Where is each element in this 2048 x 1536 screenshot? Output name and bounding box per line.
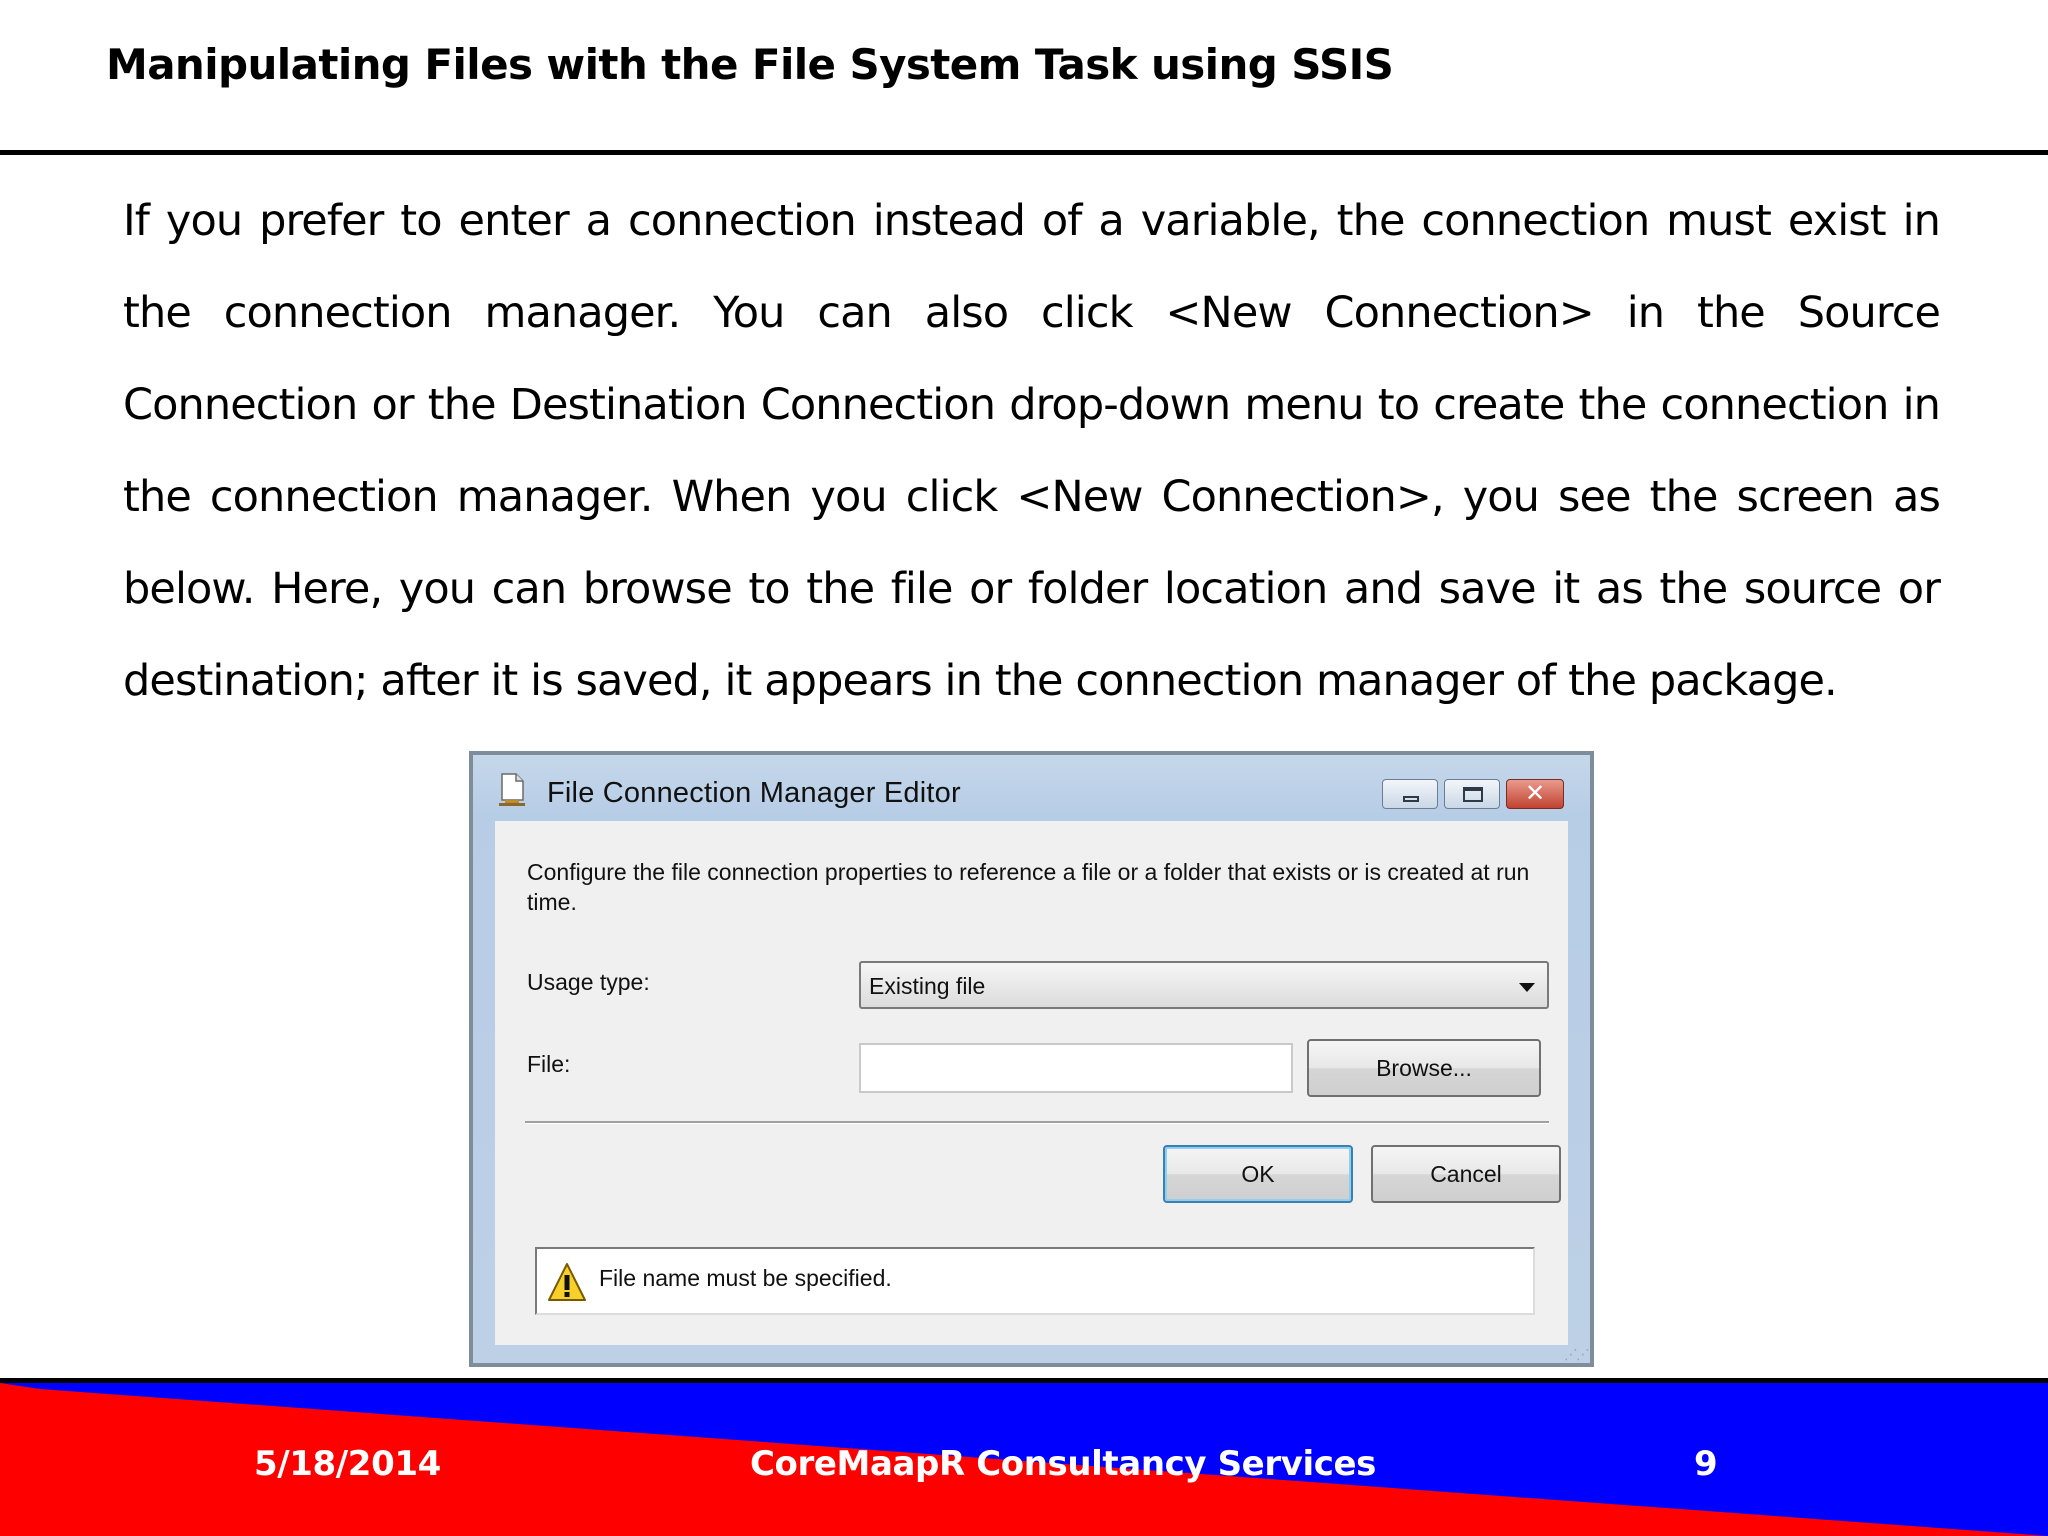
usage-type-value: Existing file	[869, 973, 986, 999]
file-connection-manager-editor-dialog: File Connection Manager Editor ✕ Configu…	[469, 751, 1594, 1367]
resize-grip-icon[interactable]: ⋰⋰	[1564, 1346, 1590, 1363]
status-message: File name must be specified.	[599, 1265, 892, 1291]
dropdown-arrow-icon	[1519, 983, 1535, 992]
ok-button[interactable]: OK	[1163, 1145, 1353, 1203]
slide-body-text: If you prefer to enter a connection inst…	[123, 196, 1941, 706]
usage-type-label: Usage type:	[527, 969, 650, 995]
maximize-icon	[1463, 787, 1483, 802]
cancel-button[interactable]: Cancel	[1371, 1145, 1561, 1203]
slide-footer: 5/18/2014 CoreMaapR Consultancy Services…	[0, 1378, 2048, 1536]
minimize-button[interactable]	[1382, 779, 1438, 809]
dialog-title: File Connection Manager Editor	[547, 777, 961, 809]
status-message-box: File name must be specified.	[535, 1247, 1535, 1315]
footer-company: CoreMaapR Consultancy Services	[750, 1444, 1376, 1484]
footer-date: 5/18/2014	[254, 1444, 441, 1484]
dialog-description: Configure the file connection properties…	[527, 859, 1530, 915]
maximize-button[interactable]	[1444, 779, 1500, 809]
browse-button[interactable]: Browse...	[1307, 1039, 1541, 1097]
footer-page-number: 9	[1694, 1444, 1718, 1484]
minimize-icon	[1403, 796, 1419, 802]
slide-title: Manipulating Files with the File System …	[106, 40, 1394, 89]
usage-type-select[interactable]: Existing file	[859, 961, 1549, 1009]
close-button[interactable]: ✕	[1506, 779, 1564, 809]
file-connection-icon	[499, 773, 525, 806]
warning-icon	[548, 1263, 586, 1301]
separator	[525, 1121, 1549, 1124]
dialog-title-bar[interactable]: File Connection Manager Editor ✕	[473, 755, 1590, 819]
window-controls: ✕	[1382, 779, 1564, 809]
dialog-client-area: Configure the file connection properties…	[495, 821, 1568, 1345]
file-label: File:	[527, 1051, 571, 1077]
file-input[interactable]	[859, 1043, 1293, 1093]
title-divider	[0, 150, 2048, 155]
close-icon: ✕	[1524, 780, 1546, 807]
